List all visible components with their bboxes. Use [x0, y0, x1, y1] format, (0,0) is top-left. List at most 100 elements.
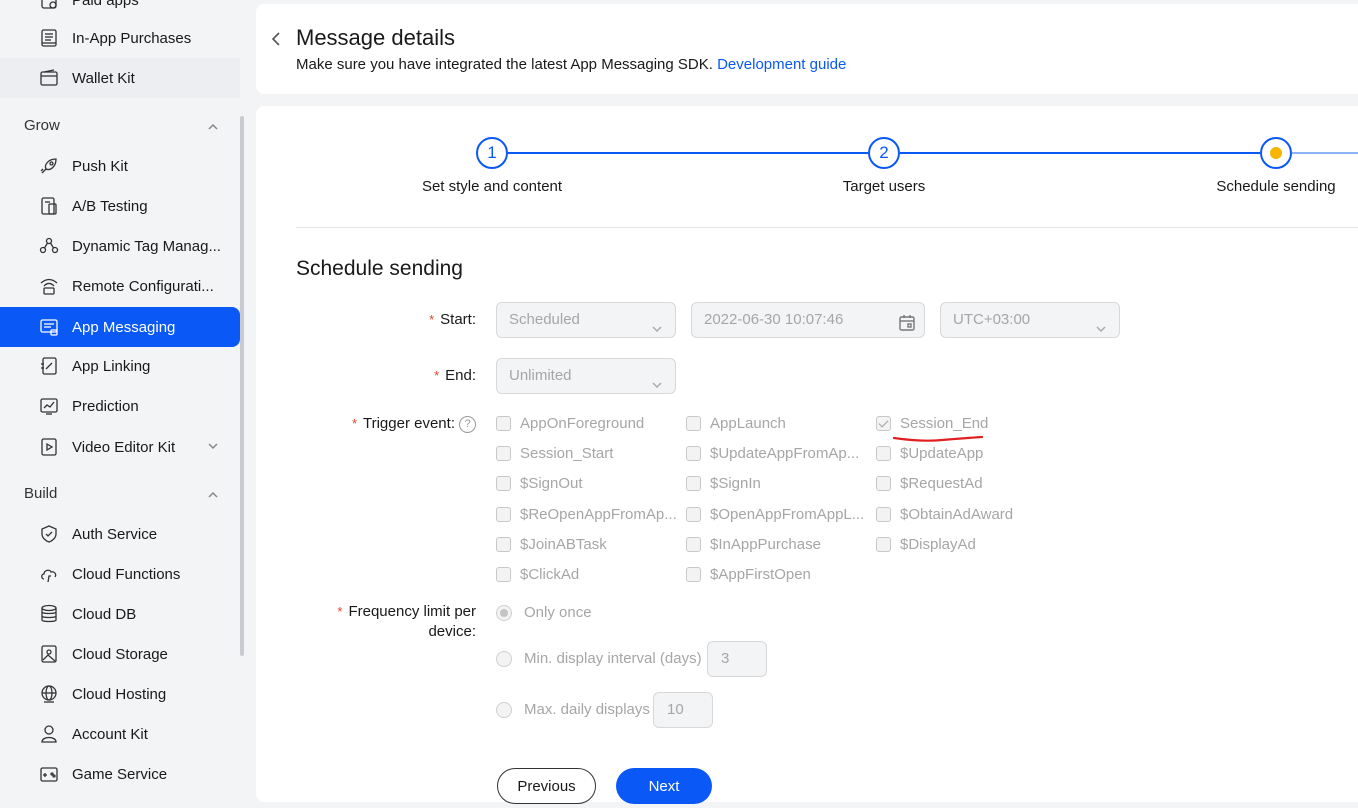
sidebar-item-cloud-db[interactable]: Cloud DB [0, 594, 240, 634]
video-icon [38, 436, 60, 458]
checkbox[interactable] [876, 537, 891, 552]
calendar-icon [898, 311, 916, 331]
sidebar-item-cloud-storage[interactable]: Cloud Storage [0, 634, 240, 674]
back-arrow-icon[interactable] [270, 30, 284, 48]
sidebar-item-prediction[interactable]: Prediction [0, 386, 240, 426]
cloud-functions-icon [38, 563, 60, 585]
sidebar-scrollbar[interactable] [240, 116, 244, 656]
trigger-event-checkbox[interactable]: $DisplayAd [876, 536, 1058, 553]
trigger-event-checkbox[interactable]: $UpdateAppFromAp... [686, 445, 868, 462]
checkbox[interactable] [496, 416, 511, 431]
receipt-icon [38, 27, 60, 49]
max-daily-input[interactable]: 10 [653, 692, 713, 728]
trigger-event-checkbox[interactable]: AppLaunch [686, 415, 868, 432]
checkbox[interactable] [876, 507, 891, 522]
checkbox-label: AppLaunch [710, 415, 786, 432]
sidebar-item-label: Cloud Storage [72, 645, 168, 663]
ab-test-icon [38, 195, 60, 217]
sidebar-item-app-messaging[interactable]: App Messaging [0, 307, 240, 347]
radio-button[interactable] [496, 701, 512, 718]
sidebar-item-label: App Linking [72, 357, 151, 375]
checkbox-label: $ReOpenAppFromAp... [520, 506, 677, 523]
sidebar-item-cloud-functions[interactable]: Cloud Functions [0, 554, 240, 594]
checkbox[interactable] [686, 507, 701, 522]
trigger-event-checkbox[interactable]: AppOnForeground [496, 415, 678, 432]
checkbox[interactable] [686, 537, 701, 552]
development-guide-link[interactable]: Development guide [717, 56, 846, 73]
help-icon[interactable]: ? [459, 416, 476, 433]
sidebar-item-label: Video Editor Kit [72, 438, 176, 456]
sidebar-item-remote-configuration[interactable]: Remote Configurati... [0, 266, 240, 306]
trigger-event-checkbox[interactable]: $OpenAppFromAppL... [686, 506, 868, 523]
checkbox[interactable] [686, 476, 701, 491]
sidebar-item-in-app-purchases[interactable]: In-App Purchases [0, 18, 240, 58]
checkbox[interactable] [496, 507, 511, 522]
timezone-select[interactable]: UTC+03:00 [940, 302, 1120, 338]
previous-button[interactable]: Previous [497, 768, 596, 804]
trigger-event-checkbox[interactable]: $SignIn [686, 475, 868, 492]
start-label: * Start: [429, 311, 476, 328]
link-doc-icon [38, 355, 60, 377]
sidebar-item-game-service[interactable]: Game Service [0, 754, 240, 794]
checkbox[interactable] [686, 446, 701, 461]
trigger-event-checkbox[interactable]: $ReOpenAppFromAp... [496, 506, 678, 523]
sidebar-item-paid-apps[interactable]: Paid apps [0, 0, 240, 20]
divider [296, 227, 1358, 228]
sidebar-item-push-kit[interactable]: Push Kit [0, 146, 240, 186]
trigger-event-checkbox[interactable]: Session_Start [496, 445, 678, 462]
trigger-event-checkbox[interactable]: $JoinABTask [496, 536, 678, 553]
sidebar-item-wallet-kit[interactable]: Wallet Kit [0, 58, 240, 98]
page-title: Message details [296, 25, 455, 50]
checkbox[interactable] [496, 567, 511, 582]
checkbox[interactable] [686, 416, 701, 431]
trigger-event-checkbox[interactable]: $InAppPurchase [686, 536, 868, 553]
sidebar-item-account-kit[interactable]: Account Kit [0, 714, 240, 754]
checkbox[interactable] [686, 567, 701, 582]
sidebar-item-auth-service[interactable]: Auth Service [0, 514, 240, 554]
sidebar-item-label: Push Kit [72, 157, 128, 175]
checkbox-checked[interactable] [876, 416, 891, 431]
sidebar-item-cloud-hosting[interactable]: Cloud Hosting [0, 674, 240, 714]
trigger-event-checkbox[interactable]: $ObtainAdAward [876, 506, 1058, 523]
sidebar-item-video-editor-kit[interactable]: Video Editor Kit [0, 427, 240, 467]
checkbox-label: $JoinABTask [520, 536, 607, 553]
radio-min-interval[interactable]: Min. display interval (days) [496, 650, 702, 667]
checkbox-label: AppOnForeground [520, 415, 645, 432]
checkbox[interactable] [876, 446, 891, 461]
frequency-label: * Frequency limit per device: [337, 603, 476, 640]
trigger-event-checkbox[interactable]: $RequestAd [876, 475, 1058, 492]
radio-max-daily[interactable]: Max. daily displays [496, 701, 650, 718]
start-datetime-picker[interactable]: 2022-06-30 10:07:46 [691, 302, 925, 338]
trigger-event-checkbox[interactable]: $UpdateApp [876, 445, 1058, 462]
radio-button[interactable] [496, 650, 512, 667]
radio-only-once[interactable]: Only once [496, 604, 592, 621]
tag-nodes-icon [38, 235, 60, 257]
trigger-event-checkbox[interactable]: $SignOut [496, 475, 678, 492]
step-3-circle-current [1260, 137, 1292, 169]
checkbox[interactable] [496, 476, 511, 491]
trigger-event-checkbox[interactable]: $ClickAd [496, 566, 678, 583]
sidebar-item-dynamic-tag-manager[interactable]: Dynamic Tag Manag... [0, 226, 240, 266]
wifi-config-icon [38, 275, 60, 297]
sidebar-group-build[interactable]: Build [0, 480, 240, 510]
checkbox-label: Session_Start [520, 445, 614, 462]
checkbox[interactable] [496, 446, 511, 461]
annotation-underline [892, 435, 984, 442]
checkbox[interactable] [496, 537, 511, 552]
checkbox[interactable] [876, 476, 891, 491]
next-button[interactable]: Next [616, 768, 712, 804]
trigger-event-checkbox[interactable]: Session_End [876, 415, 1058, 432]
database-icon [38, 603, 60, 625]
step-2-label: Target users [842, 178, 926, 195]
checkbox-label: $DisplayAd [900, 536, 976, 553]
sidebar-item-app-linking[interactable]: App Linking [0, 346, 240, 386]
gamepad-icon [38, 763, 60, 785]
radio-button[interactable] [496, 604, 512, 621]
start-mode-select[interactable]: Scheduled [496, 302, 676, 338]
chevron-down-icon [651, 314, 663, 333]
trigger-event-checkbox[interactable]: $AppFirstOpen [686, 566, 868, 583]
end-select[interactable]: Unlimited [496, 358, 676, 394]
min-interval-input[interactable]: 3 [707, 641, 767, 677]
sidebar-item-ab-testing[interactable]: A/B Testing [0, 186, 240, 226]
sidebar-group-grow[interactable]: Grow [0, 112, 240, 142]
